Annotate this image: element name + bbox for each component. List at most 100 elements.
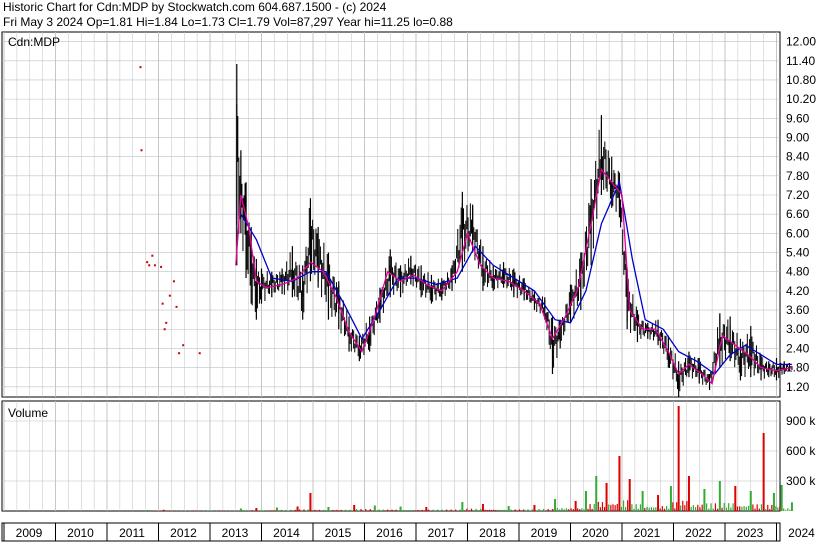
volume-bar bbox=[423, 510, 425, 511]
volume-bar bbox=[414, 510, 417, 511]
volume-bar bbox=[749, 491, 752, 511]
volume-bar bbox=[303, 509, 305, 511]
volume-bar bbox=[676, 502, 678, 511]
volume-bar bbox=[549, 510, 552, 511]
volume-bar bbox=[358, 510, 360, 511]
volume-bar bbox=[599, 507, 601, 511]
price-panel: 12.00 11.40 10.80 10.20 9.60 9.00 8.40 7.80 7.20… bbox=[1, 31, 816, 398]
year-label: 2020 bbox=[582, 526, 609, 540]
volume-bar bbox=[787, 508, 789, 511]
volume-bar bbox=[587, 508, 589, 511]
price-point bbox=[182, 344, 185, 347]
price-tick-label: 10.80 bbox=[786, 73, 816, 87]
volume-bar bbox=[387, 509, 389, 511]
volume-bar bbox=[338, 510, 340, 511]
volume-bar bbox=[725, 507, 728, 511]
volume-bar bbox=[568, 509, 570, 511]
volume-bar bbox=[752, 504, 754, 511]
price-tick-label: 10.20 bbox=[786, 92, 816, 106]
volume-bar bbox=[718, 481, 721, 511]
price-tick-label: 9.60 bbox=[786, 111, 810, 125]
volume-bar bbox=[536, 510, 538, 511]
volume-bar bbox=[280, 509, 283, 511]
volume-bar bbox=[686, 501, 688, 511]
year-label: 2019 bbox=[531, 526, 558, 540]
price-point bbox=[168, 294, 171, 297]
volume-bar bbox=[307, 509, 309, 511]
volume-bar bbox=[514, 509, 516, 511]
volume-bar bbox=[672, 502, 674, 511]
volume-bar bbox=[510, 509, 512, 511]
volume-bar bbox=[597, 501, 599, 511]
year-label: 2021 bbox=[634, 526, 661, 540]
volume-bar bbox=[533, 505, 536, 511]
volume-bar bbox=[362, 510, 364, 511]
volume-bar bbox=[393, 510, 395, 511]
volume-bar bbox=[373, 505, 376, 511]
volume-bar bbox=[285, 509, 287, 511]
volume-bar bbox=[650, 507, 653, 511]
volume-bar bbox=[258, 510, 260, 511]
price-point bbox=[153, 264, 156, 267]
volume-bar bbox=[395, 509, 397, 511]
volume-bar bbox=[321, 510, 323, 511]
volume-bar bbox=[682, 500, 684, 511]
price-tick-label: 8.40 bbox=[786, 150, 810, 164]
volume-bar bbox=[639, 504, 642, 511]
volume-bar bbox=[427, 509, 430, 511]
volume-bar bbox=[674, 508, 676, 511]
volume-bar bbox=[762, 433, 765, 511]
volume-bar bbox=[490, 509, 493, 511]
volume-tick-label: 600 k bbox=[786, 444, 816, 458]
volume-bar bbox=[622, 500, 625, 511]
volume-bar bbox=[579, 509, 581, 511]
price-tick-label: 4.80 bbox=[786, 265, 810, 279]
price-point bbox=[140, 149, 143, 152]
volume-bar bbox=[523, 509, 525, 511]
volume-bar bbox=[538, 508, 540, 511]
volume-bar bbox=[342, 510, 345, 511]
price-tick-label: 2.40 bbox=[786, 341, 810, 355]
volume-bar bbox=[552, 508, 554, 511]
volume-bar bbox=[694, 507, 697, 511]
volume-bar bbox=[540, 510, 542, 511]
year-label: 2016 bbox=[376, 526, 403, 540]
volume-bar bbox=[501, 509, 503, 511]
volume-bar bbox=[147, 510, 150, 511]
volume-bar bbox=[739, 506, 741, 511]
volume-bar bbox=[574, 501, 577, 511]
volume-panel: 900 k 600 k 300 k Volume bbox=[1, 400, 816, 512]
volume-bar bbox=[601, 502, 604, 511]
year-label: 2013 bbox=[222, 526, 249, 540]
volume-bar bbox=[464, 510, 466, 511]
price-tick-label: 5.40 bbox=[786, 246, 810, 260]
volume-bar bbox=[376, 510, 378, 511]
volume-bar bbox=[631, 504, 633, 511]
volume-bar bbox=[410, 510, 412, 511]
volume-bar bbox=[657, 495, 660, 511]
volume-bar bbox=[687, 476, 690, 511]
volume-bar bbox=[516, 510, 518, 511]
volume-bar bbox=[706, 503, 708, 511]
volume-bar bbox=[486, 510, 488, 511]
volume-bar bbox=[518, 509, 521, 511]
volume-bar bbox=[481, 504, 484, 511]
volume-bar bbox=[547, 508, 549, 511]
volume-bar bbox=[369, 509, 371, 511]
volume-bar bbox=[697, 504, 699, 511]
price-point bbox=[151, 254, 154, 257]
year-axis: 2009 2010 2011 2012 2013 2014 2015 2016 2017 2018… bbox=[1, 522, 815, 542]
volume-bar bbox=[690, 506, 692, 511]
volume-bar bbox=[666, 505, 668, 511]
price-tick-label: 3.00 bbox=[786, 322, 810, 336]
volume-bar bbox=[507, 506, 510, 511]
volume-bar bbox=[789, 509, 791, 511]
volume-bar bbox=[406, 510, 408, 511]
price-point bbox=[163, 328, 166, 331]
volume-bar bbox=[644, 507, 646, 511]
volume-bar bbox=[646, 506, 648, 511]
volume-bar bbox=[556, 508, 558, 511]
volume-bar bbox=[734, 486, 737, 511]
volume-bar bbox=[663, 508, 666, 511]
price-point bbox=[160, 265, 163, 268]
